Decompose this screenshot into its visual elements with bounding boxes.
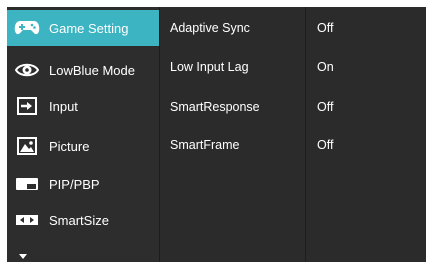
menu-item-smartsize[interactable]: SmartSize [7, 202, 159, 238]
main-menu: Game Setting LowBlue Mode Input Picture … [7, 7, 159, 262]
value-low-input-lag: On [317, 60, 334, 74]
menu-item-label: Game Setting [49, 20, 129, 36]
value-smartresponse: Off [317, 100, 334, 114]
menu-item-label: PIP/PBP [49, 176, 100, 192]
submenu-item-low-input-lag[interactable]: Low Input Lag [170, 60, 249, 74]
gamepad-icon [13, 18, 41, 38]
chevron-down-icon[interactable] [19, 247, 27, 265]
submenu-item-smartresponse[interactable]: SmartResponse [170, 100, 260, 114]
smartsize-icon [13, 210, 41, 230]
submenu: Adaptive Sync Low Input Lag SmartRespons… [159, 7, 306, 262]
osd-menu: Game Setting LowBlue Mode Input Picture … [7, 7, 426, 262]
menu-item-label: Input [49, 98, 78, 114]
menu-item-label: LowBlue Mode [49, 62, 135, 78]
submenu-item-adaptive-sync[interactable]: Adaptive Sync [170, 21, 250, 35]
menu-item-label: SmartSize [49, 212, 109, 228]
picture-icon [13, 136, 41, 156]
eye-icon [13, 60, 41, 80]
menu-item-label: Picture [49, 138, 90, 154]
input-icon [13, 96, 41, 116]
submenu-item-smartframe[interactable]: SmartFrame [170, 138, 239, 152]
menu-item-input[interactable]: Input [7, 88, 159, 124]
pip-icon [13, 174, 41, 194]
value-column: Off On Off Off [306, 7, 426, 262]
value-adaptive-sync: Off [317, 21, 334, 35]
menu-item-game-setting[interactable]: Game Setting [7, 10, 159, 46]
menu-item-picture[interactable]: Picture [7, 128, 159, 164]
value-smartframe: Off [317, 138, 334, 152]
menu-item-pip-pbp[interactable]: PIP/PBP [7, 166, 159, 202]
menu-item-lowblue-mode[interactable]: LowBlue Mode [7, 52, 159, 88]
